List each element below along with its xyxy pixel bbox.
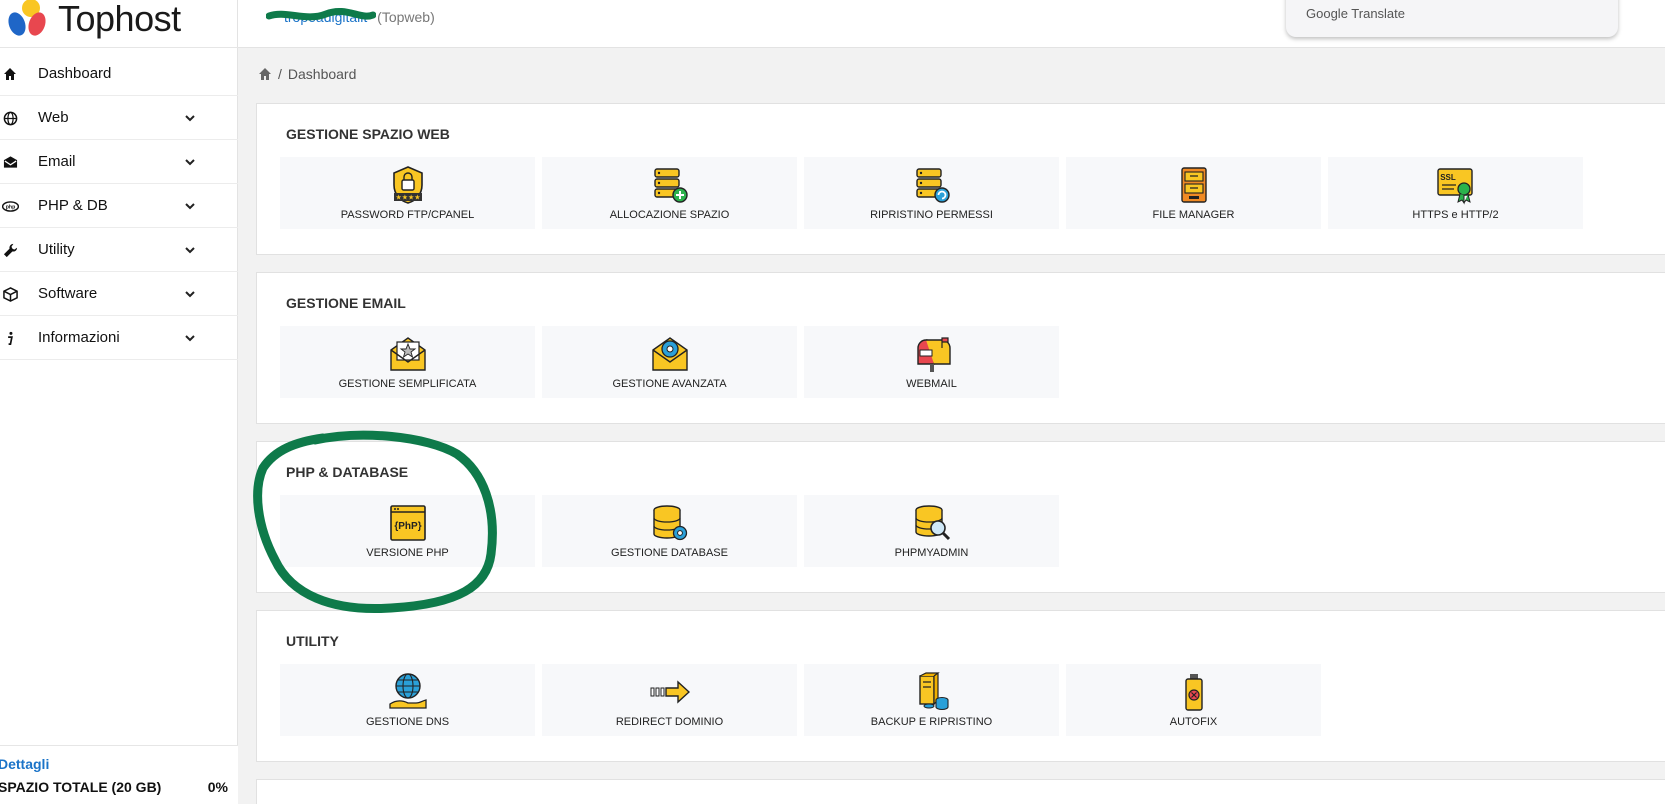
chevron-down-icon xyxy=(185,291,195,298)
section-gestione-email: GESTIONE EMAIL GESTIONE SEMPLIFICATA GES… xyxy=(256,272,1665,424)
breadcrumb-separator: / xyxy=(278,66,282,82)
file-manager-icon xyxy=(1180,167,1207,203)
sidebar-item-dashboard[interactable]: Dashboard xyxy=(0,52,238,96)
tile-gestione-database[interactable]: GESTIONE DATABASE xyxy=(542,495,797,567)
section-title: GESTIONE SPAZIO WEB xyxy=(286,126,450,142)
tile-backup-ripristino[interactable]: BACKUP E RIPRISTINO xyxy=(804,664,1059,736)
tile-label: RIPRISTINO PERMESSI xyxy=(870,209,993,221)
sidebar-item-software[interactable]: Software xyxy=(0,272,238,316)
tophost-logo-icon xyxy=(8,0,46,36)
tile-password-ftp[interactable]: ★★★★ PASSWORD FTP/CPANEL xyxy=(280,157,535,229)
info-icon xyxy=(0,328,20,348)
svg-text:php: php xyxy=(5,204,15,210)
sidebar-item-php-db[interactable]: php PHP & DB xyxy=(0,184,238,228)
sidebar-item-label: PHP & DB xyxy=(38,197,108,214)
section-title: GESTIONE EMAIL xyxy=(286,295,406,311)
tile-label: ALLOCAZIONE SPAZIO xyxy=(609,209,730,221)
sidebar-item-label: Email xyxy=(38,153,76,170)
sidebar-item-informazioni[interactable]: Informazioni xyxy=(0,316,238,360)
tile-redirect-dominio[interactable]: REDIRECT DOMINIO xyxy=(542,664,797,736)
google-translate-label: Google Translate xyxy=(1306,6,1406,21)
envelope-icon xyxy=(0,152,20,172)
mail-gear-icon xyxy=(651,337,688,371)
section-utility: UTILITY GESTIONE DNS REDIRECT DOMINIO BA… xyxy=(256,610,1665,762)
details-link[interactable]: Dettagli xyxy=(0,756,49,772)
mail-star-icon xyxy=(389,337,426,371)
database-search-icon xyxy=(914,505,950,541)
tile-label: AUTOFIX xyxy=(1169,716,1218,728)
google-translate-widget[interactable]: Google Translate xyxy=(1286,0,1618,37)
sidebar-item-label: Dashboard xyxy=(38,65,112,82)
chevron-down-icon xyxy=(185,247,195,254)
chevron-down-icon xyxy=(185,115,195,122)
sidebar-item-email[interactable]: Email xyxy=(0,140,238,184)
tile-label: GESTIONE AVANZATA xyxy=(612,378,727,390)
breadcrumb: / Dashboard xyxy=(258,66,356,82)
tile-gestione-avanzata[interactable]: GESTIONE AVANZATA xyxy=(542,326,797,398)
disk-space-panel: Dettagli SPAZIO TOTALE (20 GB) 0% xyxy=(0,745,238,804)
sidebar-item-web[interactable]: Web xyxy=(0,96,238,140)
sidebar-item-label: Software xyxy=(38,285,98,302)
tile-label: GESTIONE SEMPLIFICATA xyxy=(338,378,477,390)
globe-hand-icon xyxy=(388,673,427,709)
wrench-icon xyxy=(0,240,20,260)
database-gear-icon xyxy=(652,505,687,541)
top-header: tropeadigitalit (Topweb) Google Translat… xyxy=(238,0,1665,48)
account-plan: (Topweb) xyxy=(377,9,435,25)
chevron-down-icon xyxy=(185,203,195,210)
app-root: Tophost Dashboard Web Email php PHP & DB… xyxy=(0,0,1665,804)
tile-label: PHPMYADMIN xyxy=(894,547,969,559)
home-icon[interactable] xyxy=(258,67,272,81)
tile-label: HTTPS e HTTP/2 xyxy=(1412,209,1499,221)
home-icon xyxy=(0,64,20,84)
box-icon xyxy=(0,284,20,304)
section-next-partial xyxy=(256,779,1665,804)
breadcrumb-current: Dashboard xyxy=(287,66,357,82)
chevron-down-icon xyxy=(185,335,195,342)
tile-phpmyadmin[interactable]: PHPMYADMIN xyxy=(804,495,1059,567)
sidebar-item-label: Utility xyxy=(38,241,75,258)
sidebar-item-utility[interactable]: Utility xyxy=(0,228,238,272)
globe-icon xyxy=(0,108,20,128)
shield-lock-icon: ★★★★ xyxy=(392,166,423,204)
php-icon: php xyxy=(0,196,20,216)
tile-webmail[interactable]: WEBMAIL xyxy=(804,326,1059,398)
tile-label: REDIRECT DOMINIO xyxy=(615,716,724,728)
svg-text:★★★★: ★★★★ xyxy=(395,194,420,202)
tile-label: GESTIONE DNS xyxy=(365,716,450,728)
tile-autofix[interactable]: AUTOFIX xyxy=(1066,664,1321,736)
tile-file-manager[interactable]: FILE MANAGER xyxy=(1066,157,1321,229)
tile-label: WEBMAIL xyxy=(906,378,957,390)
logo[interactable]: Tophost xyxy=(0,0,238,48)
space-usage-percent: 0% xyxy=(207,779,228,795)
tile-ripristino-permessi[interactable]: RIPRISTINO PERMESSI xyxy=(804,157,1059,229)
sidebar-nav: Dashboard Web Email php PHP & DB Utility… xyxy=(0,52,238,360)
autofix-icon xyxy=(1184,674,1203,711)
tile-label: BACKUP E RIPRISTINO xyxy=(870,716,993,728)
tile-label: GESTIONE DATABASE xyxy=(611,547,728,559)
tile-label: FILE MANAGER xyxy=(1152,209,1235,221)
redirect-arrow-icon xyxy=(650,680,690,704)
sidebar-item-label: Informazioni xyxy=(38,329,120,346)
highlight-circle-annotation xyxy=(253,430,497,614)
total-space-label: SPAZIO TOTALE (20 GB) xyxy=(0,779,162,795)
section-gestione-spazio-web: GESTIONE SPAZIO WEB ★★★★ PASSWORD FTP/CP… xyxy=(256,103,1665,255)
section-title: UTILITY xyxy=(286,633,339,649)
brand-name: Tophost xyxy=(58,0,181,39)
tile-gestione-semplificata[interactable]: GESTIONE SEMPLIFICATA xyxy=(280,326,535,398)
tile-allocazione-spazio[interactable]: ALLOCAZIONE SPAZIO xyxy=(542,157,797,229)
sidebar: Tophost Dashboard Web Email php PHP & DB… xyxy=(0,0,238,804)
server-add-icon xyxy=(653,168,688,203)
mailbox-icon xyxy=(916,337,951,372)
tile-https-http2[interactable]: SSL HTTPS e HTTP/2 xyxy=(1328,157,1583,229)
server-refresh-icon xyxy=(915,168,950,203)
chevron-down-icon xyxy=(185,159,195,166)
tile-label: PASSWORD FTP/CPANEL xyxy=(340,209,475,221)
svg-text:SSL: SSL xyxy=(1440,173,1456,182)
sidebar-item-label: Web xyxy=(38,109,69,126)
backup-icon xyxy=(918,672,949,711)
tile-gestione-dns[interactable]: GESTIONE DNS xyxy=(280,664,535,736)
redaction-scribble xyxy=(266,7,376,21)
ssl-certificate-icon: SSL xyxy=(1436,168,1473,205)
